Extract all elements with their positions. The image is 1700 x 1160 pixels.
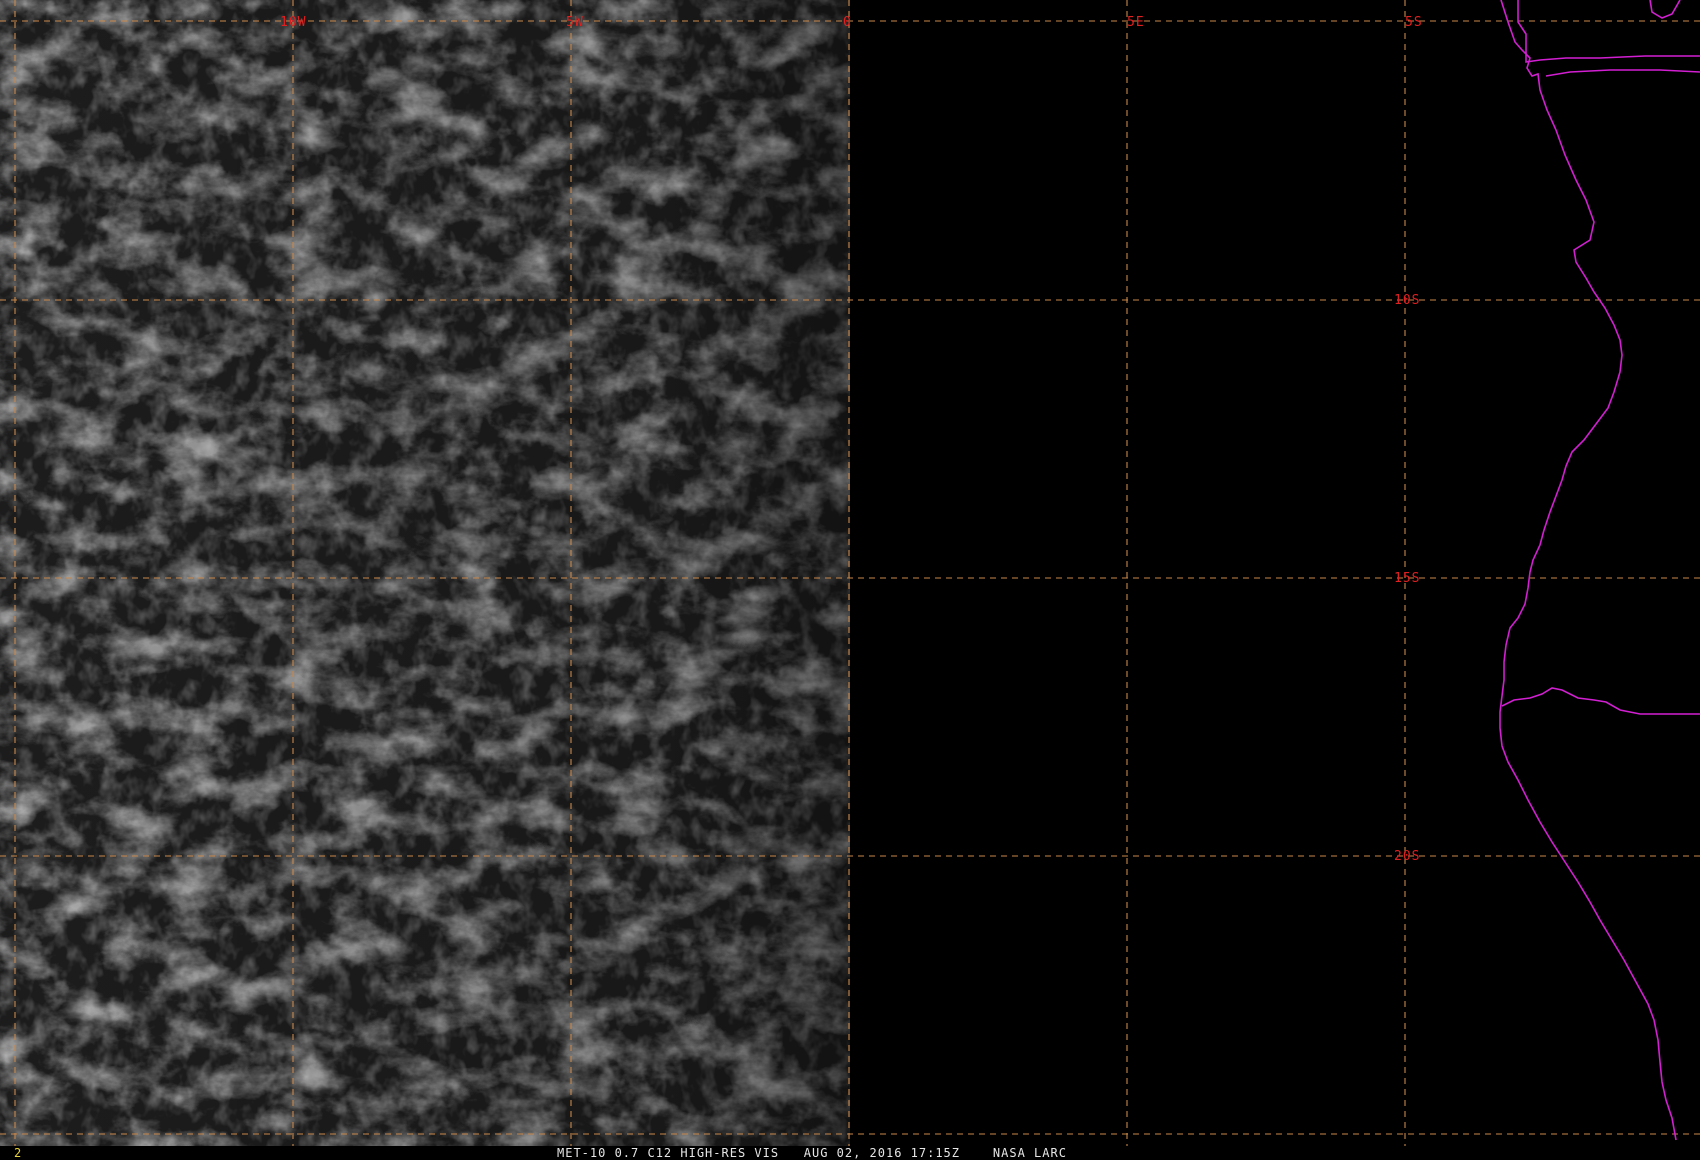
satellite-map: 10W 5W 0 5E 5S 10S 15S 20S bbox=[0, 0, 1700, 1146]
lat-label-20s: 20S bbox=[1394, 849, 1420, 864]
frame-number: 2 bbox=[14, 1146, 22, 1160]
status-bar: 2 MET-10 0.7 C12 HIGH-RES VIS AUG 02, 20… bbox=[0, 1146, 1700, 1160]
lon-label-10w: 10W bbox=[280, 15, 306, 30]
lon-label-0: 0 bbox=[843, 15, 852, 30]
lat-label-10s: 10S bbox=[1394, 293, 1420, 308]
lat-label-5s: 5S bbox=[1405, 15, 1423, 30]
lon-label-5e: 5E bbox=[1127, 15, 1145, 30]
lon-label-5w: 5W bbox=[566, 15, 584, 30]
satellite-image-viewer: 10W 5W 0 5E 5S 10S 15S 20S 2 MET-10 0.7 … bbox=[0, 0, 1700, 1160]
lat-label-15s: 15S bbox=[1394, 571, 1420, 586]
image-caption: MET-10 0.7 C12 HIGH-RES VIS AUG 02, 2016… bbox=[557, 1146, 1067, 1160]
cloud-imagery bbox=[0, 0, 850, 1146]
